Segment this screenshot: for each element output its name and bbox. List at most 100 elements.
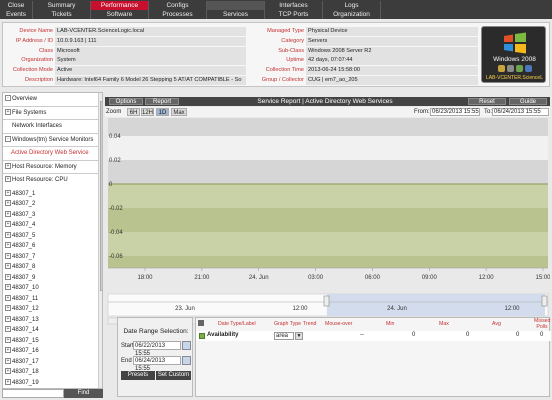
presets-button[interactable]: Presets bbox=[121, 371, 155, 380]
from-date-input[interactable]: 06/23/2013 15:55 bbox=[430, 108, 480, 116]
navigator-selection[interactable] bbox=[327, 294, 545, 316]
collapse-icon[interactable]: - bbox=[5, 135, 11, 142]
tree-item[interactable]: +48307_19 bbox=[5, 378, 39, 389]
tree-item-label: Host Resource: CPU bbox=[12, 177, 68, 183]
legend-header: Mouse-over bbox=[325, 321, 353, 327]
legend-row-availability[interactable]: Availability area ▼ -- 0 0 0 0 bbox=[196, 331, 551, 341]
tree-item[interactable]: +48307_6 bbox=[5, 241, 35, 252]
navigator-handle-right[interactable] bbox=[541, 295, 548, 307]
tree-item[interactable]: +48307_5 bbox=[5, 231, 35, 242]
navigator-label: 23. Jun bbox=[175, 306, 195, 312]
nav-events[interactable]: Events bbox=[0, 10, 33, 19]
report-button[interactable]: Report bbox=[145, 98, 179, 105]
nav-interfaces[interactable]: Interfaces bbox=[265, 1, 323, 10]
nav-software[interactable]: Software bbox=[91, 10, 149, 19]
tree-item[interactable]: +48307_12 bbox=[5, 304, 39, 315]
expand-icon[interactable]: + bbox=[5, 357, 11, 364]
tree-item[interactable]: Active Directory Web Service bbox=[11, 148, 89, 159]
tree-find-button[interactable]: Find bbox=[64, 389, 103, 398]
tree-item[interactable]: +48307_3 bbox=[5, 210, 35, 221]
collapse-icon[interactable]: - bbox=[5, 95, 11, 102]
nav-services[interactable]: Services bbox=[207, 10, 265, 19]
options-button[interactable]: Options bbox=[109, 98, 143, 105]
graph-type-select[interactable]: area bbox=[274, 332, 294, 340]
expand-icon[interactable]: + bbox=[5, 368, 11, 375]
expand-icon[interactable]: + bbox=[5, 305, 11, 312]
expand-icon[interactable]: + bbox=[5, 284, 11, 291]
tree-item[interactable]: + Host Resource: Memory bbox=[5, 162, 77, 173]
tree-item-label: 48307_3 bbox=[12, 211, 36, 218]
tree-item[interactable]: +48307_15 bbox=[5, 336, 39, 347]
tree-item[interactable]: +48307_10 bbox=[5, 283, 39, 294]
tree-item[interactable]: +48307_8 bbox=[5, 262, 35, 273]
tree-item[interactable]: +48307_17 bbox=[5, 357, 39, 368]
series-checkbox[interactable] bbox=[199, 333, 205, 339]
tree-item[interactable]: +48307_2 bbox=[5, 199, 35, 210]
expand-icon[interactable]: + bbox=[5, 294, 11, 301]
expand-icon[interactable]: + bbox=[5, 378, 11, 385]
expand-icon[interactable]: + bbox=[5, 242, 11, 249]
expand-icon[interactable]: + bbox=[5, 347, 11, 354]
nav-performance[interactable]: Performance bbox=[91, 1, 149, 10]
zoom-12h-button[interactable]: 12H bbox=[141, 108, 154, 116]
end-calendar-icon[interactable] bbox=[182, 356, 191, 365]
tree-item[interactable]: +48307_14 bbox=[5, 325, 39, 336]
start-calendar-icon[interactable] bbox=[182, 341, 191, 350]
navigator-handle-left[interactable] bbox=[323, 295, 330, 307]
expand-icon[interactable]: + bbox=[5, 189, 11, 196]
nav-processes[interactable]: Processes bbox=[149, 10, 207, 19]
to-date-input[interactable]: 06/24/2013 15:55 bbox=[492, 108, 549, 116]
expand-icon[interactable]: + bbox=[5, 221, 11, 228]
tree-item-label: Network Interfaces bbox=[12, 123, 63, 129]
tree-scrollbar[interactable] bbox=[98, 93, 102, 388]
guide-button[interactable]: Guide bbox=[509, 98, 547, 105]
tree-item[interactable]: +48307_1 bbox=[5, 189, 35, 200]
expand-icon[interactable]: + bbox=[5, 273, 11, 280]
tree-item[interactable]: + File Systems bbox=[5, 108, 46, 119]
nav-tickets[interactable]: Tickets bbox=[33, 10, 91, 19]
tree-item[interactable]: Network Interfaces bbox=[5, 121, 62, 132]
zoom-1d-button[interactable]: 1D bbox=[156, 108, 169, 116]
expand-icon[interactable]: + bbox=[5, 336, 11, 343]
tree-item-label: 48307_10 bbox=[12, 285, 39, 291]
expand-icon[interactable]: + bbox=[5, 108, 11, 115]
start-date-input[interactable]: 06/22/2013 15:55 bbox=[133, 341, 181, 357]
expand-icon[interactable]: + bbox=[5, 200, 11, 207]
reset-button[interactable]: Reset bbox=[468, 98, 506, 105]
tree-scroll-thumb[interactable] bbox=[100, 101, 102, 291]
tree-item[interactable]: - Overview bbox=[5, 94, 37, 105]
tree-find-input[interactable] bbox=[2, 389, 64, 398]
end-date-input[interactable]: 06/24/2013 15:55 bbox=[133, 356, 181, 372]
tree-item[interactable]: +48307_16 bbox=[5, 346, 39, 357]
tree-item[interactable]: - Windows(tm) Service Monitors bbox=[5, 135, 93, 146]
tree-item[interactable]: +48307_9 bbox=[5, 273, 35, 284]
tree-separator bbox=[3, 159, 98, 161]
tree-item[interactable]: + Host Resource: CPU bbox=[5, 175, 68, 186]
tree-item[interactable]: +48307_11 bbox=[5, 294, 38, 305]
nav-tcp-ports[interactable]: TCP Ports bbox=[265, 10, 323, 19]
expand-icon[interactable]: + bbox=[5, 210, 11, 217]
zoom-6h-button[interactable]: 6H bbox=[127, 108, 140, 116]
nav-summary[interactable]: Summary bbox=[33, 1, 91, 10]
expand-icon[interactable]: + bbox=[5, 315, 11, 322]
tree-item[interactable]: +48307_4 bbox=[5, 220, 35, 231]
expand-icon[interactable]: + bbox=[5, 162, 11, 169]
zoom-max-button[interactable]: Max bbox=[171, 108, 187, 116]
expand-icon[interactable]: + bbox=[5, 326, 11, 333]
nav-logs[interactable]: Logs bbox=[323, 1, 381, 10]
nav-organization[interactable]: Organization bbox=[323, 10, 381, 19]
tree-item[interactable]: +48307_18 bbox=[5, 367, 39, 378]
expand-icon[interactable]: + bbox=[5, 252, 11, 259]
nav-configs[interactable]: Configs bbox=[149, 1, 207, 10]
expand-icon[interactable]: + bbox=[5, 231, 11, 238]
tree-item[interactable]: +48307_7 bbox=[5, 252, 35, 263]
set-custom-button[interactable]: Set Custom bbox=[156, 371, 191, 380]
availability-chart[interactable]: 0.04 0.02 0 -0.02 -0.04 -0.06 18:00 21:00 24. Ju… bbox=[105, 118, 550, 338]
expand-icon[interactable]: + bbox=[5, 176, 11, 183]
expand-icon[interactable]: + bbox=[5, 263, 11, 270]
legend-add-icon[interactable] bbox=[198, 320, 204, 326]
tree-item[interactable]: +48307_13 bbox=[5, 315, 39, 326]
nav-close[interactable]: Close bbox=[0, 1, 33, 10]
device-left-value: Hardware: Intel64 Family 6 Model 26 Step… bbox=[55, 76, 246, 85]
graph-type-dropdown-icon[interactable]: ▼ bbox=[295, 332, 303, 340]
